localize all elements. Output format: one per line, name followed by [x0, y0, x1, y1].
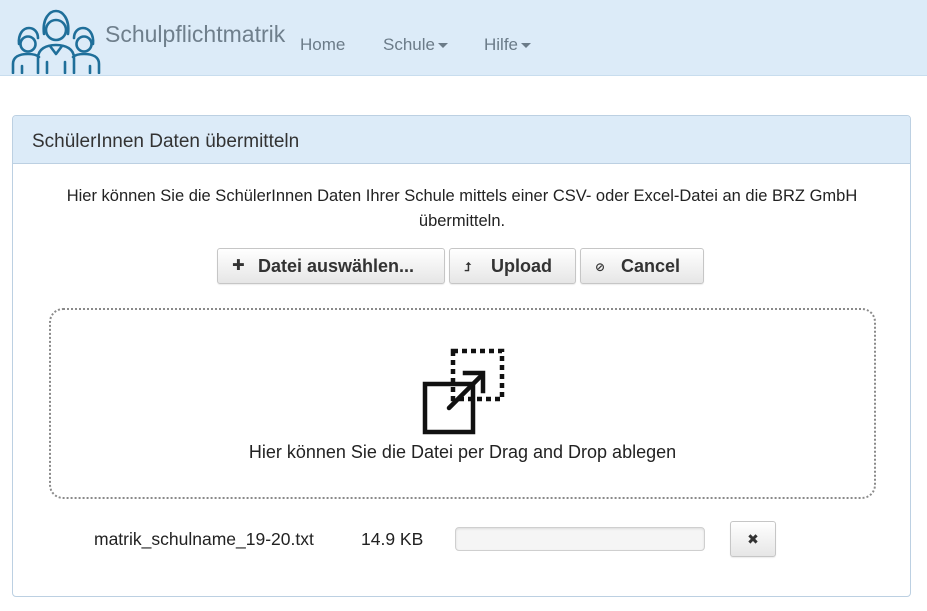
- nav-home-label: Home: [300, 35, 346, 54]
- drop-zone[interactable]: Hier können Sie die Datei per Drag and D…: [49, 308, 876, 499]
- upload-progress-bar: [455, 527, 705, 551]
- drop-zone-text: Hier können Sie die Datei per Drag and D…: [248, 442, 677, 462]
- upload-label: Upload: [491, 256, 552, 276]
- nav-hilfe-dropdown[interactable]: Hilfe: [484, 35, 532, 55]
- file-name: matrik_schulname_19-20.txt: [94, 529, 314, 549]
- select-file-button[interactable]: ✚ Datei auswählen...: [217, 248, 445, 284]
- caret-down-icon: [521, 43, 532, 49]
- caret-down-icon: [437, 43, 448, 49]
- plus-icon: ✚: [232, 257, 245, 274]
- cancel-button[interactable]: ⊘ Cancel: [580, 248, 704, 284]
- intro-text: Hier können Sie die SchülerInnen Daten I…: [66, 187, 858, 230]
- upload-arrow-icon: ⮥: [464, 260, 472, 274]
- brand-title[interactable]: Schulpflichtmatrik: [105, 21, 285, 48]
- nav-hilfe-label: Hilfe: [484, 35, 519, 54]
- panel-title: SchülerInnen Daten übermitteln: [32, 131, 300, 152]
- cancel-label: Cancel: [621, 256, 681, 276]
- ban-icon: ⊘: [595, 260, 606, 274]
- close-icon: ✖: [747, 531, 759, 547]
- file-size: 14.9 KB: [361, 529, 424, 549]
- select-file-label: Datei auswählen...: [258, 256, 415, 276]
- nav-schule-dropdown[interactable]: Schule: [383, 35, 448, 55]
- upload-panel: SchülerInnen Daten übermitteln Hier könn…: [12, 115, 911, 597]
- navbar: Schulpflichtmatrik Home Schule Hilfe: [0, 0, 927, 76]
- nav-schule-label: Schule: [383, 35, 435, 54]
- nav-home[interactable]: Home: [300, 35, 345, 55]
- panel-heading: SchülerInnen Daten übermitteln: [13, 116, 910, 164]
- remove-file-button[interactable]: ✖: [730, 521, 776, 557]
- upload-button[interactable]: ⮥ Upload: [449, 248, 576, 284]
- drag-drop-icon: [422, 348, 505, 435]
- people-group-icon[interactable]: [10, 6, 102, 74]
